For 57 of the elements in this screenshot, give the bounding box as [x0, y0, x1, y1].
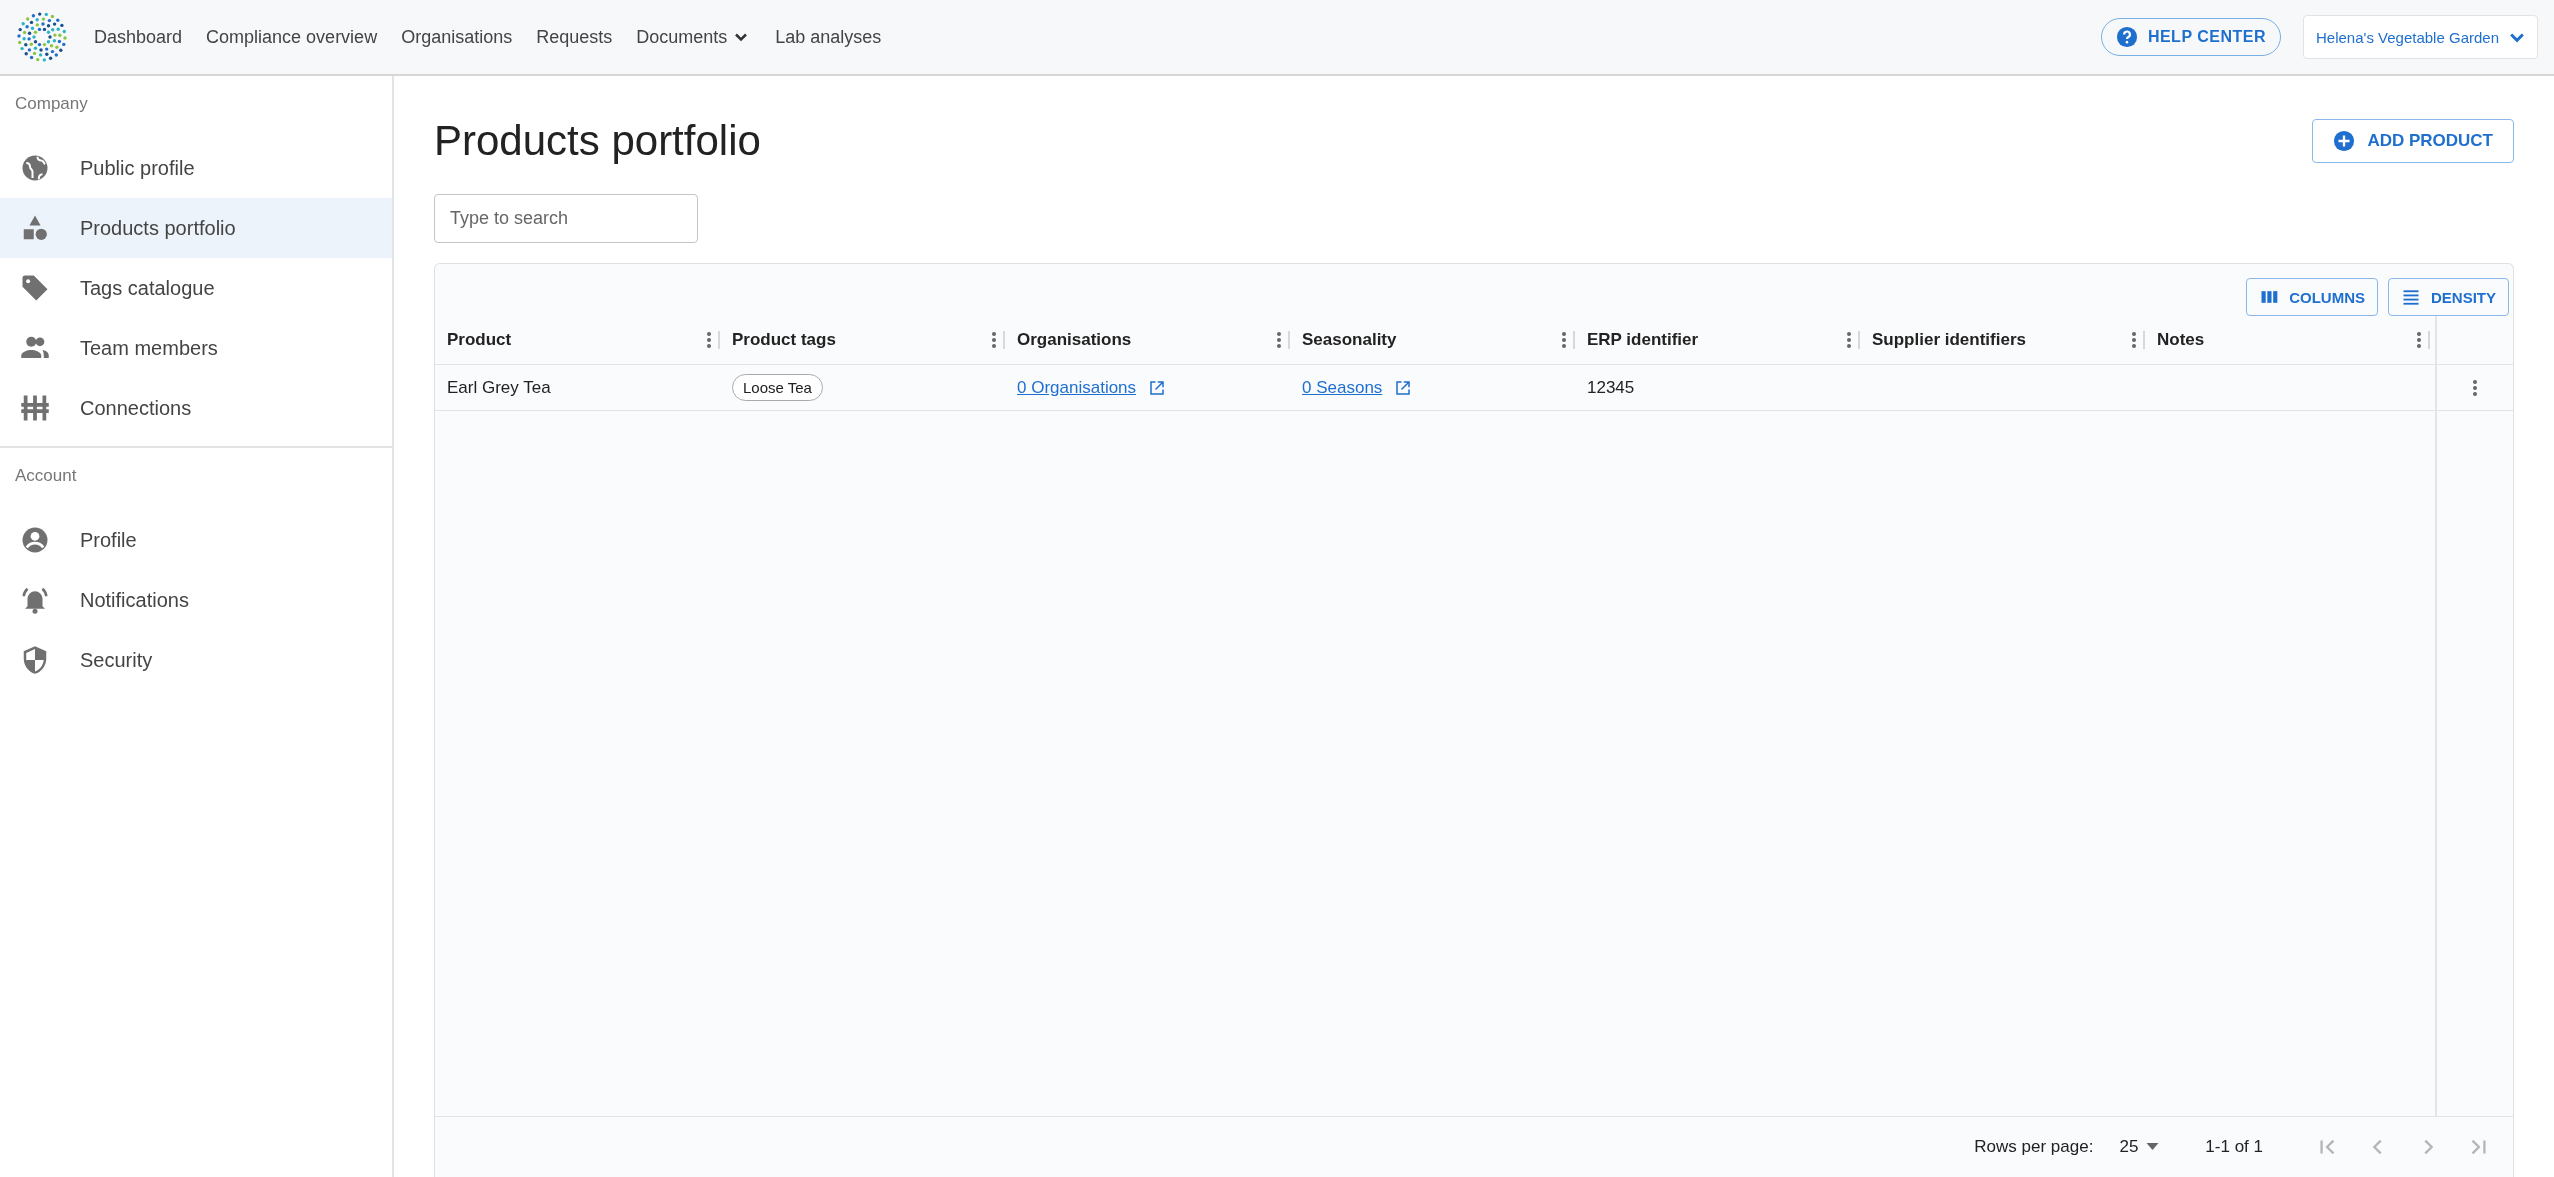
sidebar-item[interactable]: Connections — [0, 378, 392, 438]
person-icon — [20, 525, 50, 555]
nav-link[interactable]: Requests — [536, 26, 613, 48]
table-cell: 12345 — [1587, 377, 1635, 398]
plus-circle-icon — [2333, 130, 2356, 152]
nav-link[interactable]: Lab analyses — [775, 26, 882, 48]
column-header[interactable]: Product — [447, 330, 512, 350]
kebab-menu-icon — [2416, 330, 2422, 350]
sidebar-item[interactable]: Security — [0, 630, 392, 690]
row-menu-icon[interactable] — [2472, 377, 2478, 398]
sidebar-item[interactable]: Notifications — [0, 570, 392, 630]
page-range: 1-1 of 1 — [2205, 1137, 2263, 1157]
section-label: Company — [14, 94, 89, 115]
section-label: Account — [14, 466, 78, 487]
tag-icon — [20, 273, 50, 303]
sidebar-item[interactable]: Public profile — [0, 138, 392, 198]
kebab-menu-icon — [706, 330, 712, 350]
column-header[interactable]: ERP identifier — [1587, 330, 1699, 350]
sliders-icon — [20, 393, 50, 423]
nav-link[interactable]: Documents — [636, 26, 752, 48]
nav-link[interactable]: Organisations — [401, 26, 513, 48]
globe-icon — [20, 153, 50, 183]
density-icon — [2401, 287, 2421, 307]
rows-per-page-label: Rows per page: — [1974, 1137, 2094, 1157]
sidebar-item[interactable]: Products portfolio — [0, 198, 392, 258]
nav-link[interactable]: Dashboard — [94, 26, 183, 48]
sidebar-item[interactable]: Profile — [0, 510, 392, 570]
table-cell: Earl Grey Tea — [447, 377, 551, 398]
column-header[interactable]: Seasonality — [1302, 330, 1397, 350]
external-link-icon — [1394, 378, 1413, 397]
table-link[interactable]: 0 Seasons — [1302, 377, 1383, 398]
tag-chip: Loose Tea — [732, 374, 823, 401]
kebab-menu-icon — [1846, 330, 1852, 350]
account-dropdown[interactable]: Helena's Vegetable Garden — [2303, 15, 2538, 59]
kebab-menu-icon — [1561, 330, 1567, 350]
bell-icon — [20, 585, 50, 615]
logo-icon — [16, 11, 68, 63]
column-header[interactable]: Product tags — [732, 330, 836, 350]
column-header[interactable]: Notes — [2157, 330, 2205, 350]
add-product-button[interactable]: ADD PRODUCT — [2312, 119, 2514, 163]
caret-down-icon — [2146, 1143, 2160, 1151]
column-header[interactable]: Supplier identifiers — [1872, 330, 2026, 350]
columns-button[interactable]: COLUMNS — [2246, 278, 2378, 316]
rows-per-page-select[interactable]: 25 — [2113, 1136, 2166, 1158]
column-header[interactable]: Organisations — [1017, 330, 1132, 350]
help-icon — [2115, 26, 2138, 48]
table-link[interactable]: 0 Organisations — [1017, 377, 1137, 398]
kebab-menu-icon — [1276, 330, 1282, 350]
nav-link[interactable]: Compliance overview — [206, 26, 378, 48]
sidebar-item[interactable]: Team members — [0, 318, 392, 378]
kebab-menu-icon — [2131, 330, 2137, 350]
sidebar-item[interactable]: Tags catalogue — [0, 258, 392, 318]
external-link-icon — [1148, 378, 1167, 397]
page-title: Products portfolio — [434, 117, 761, 165]
density-button[interactable]: DENSITY — [2388, 278, 2509, 316]
search-field[interactable]: Type to search — [434, 194, 698, 243]
kebab-menu-icon — [991, 330, 997, 350]
